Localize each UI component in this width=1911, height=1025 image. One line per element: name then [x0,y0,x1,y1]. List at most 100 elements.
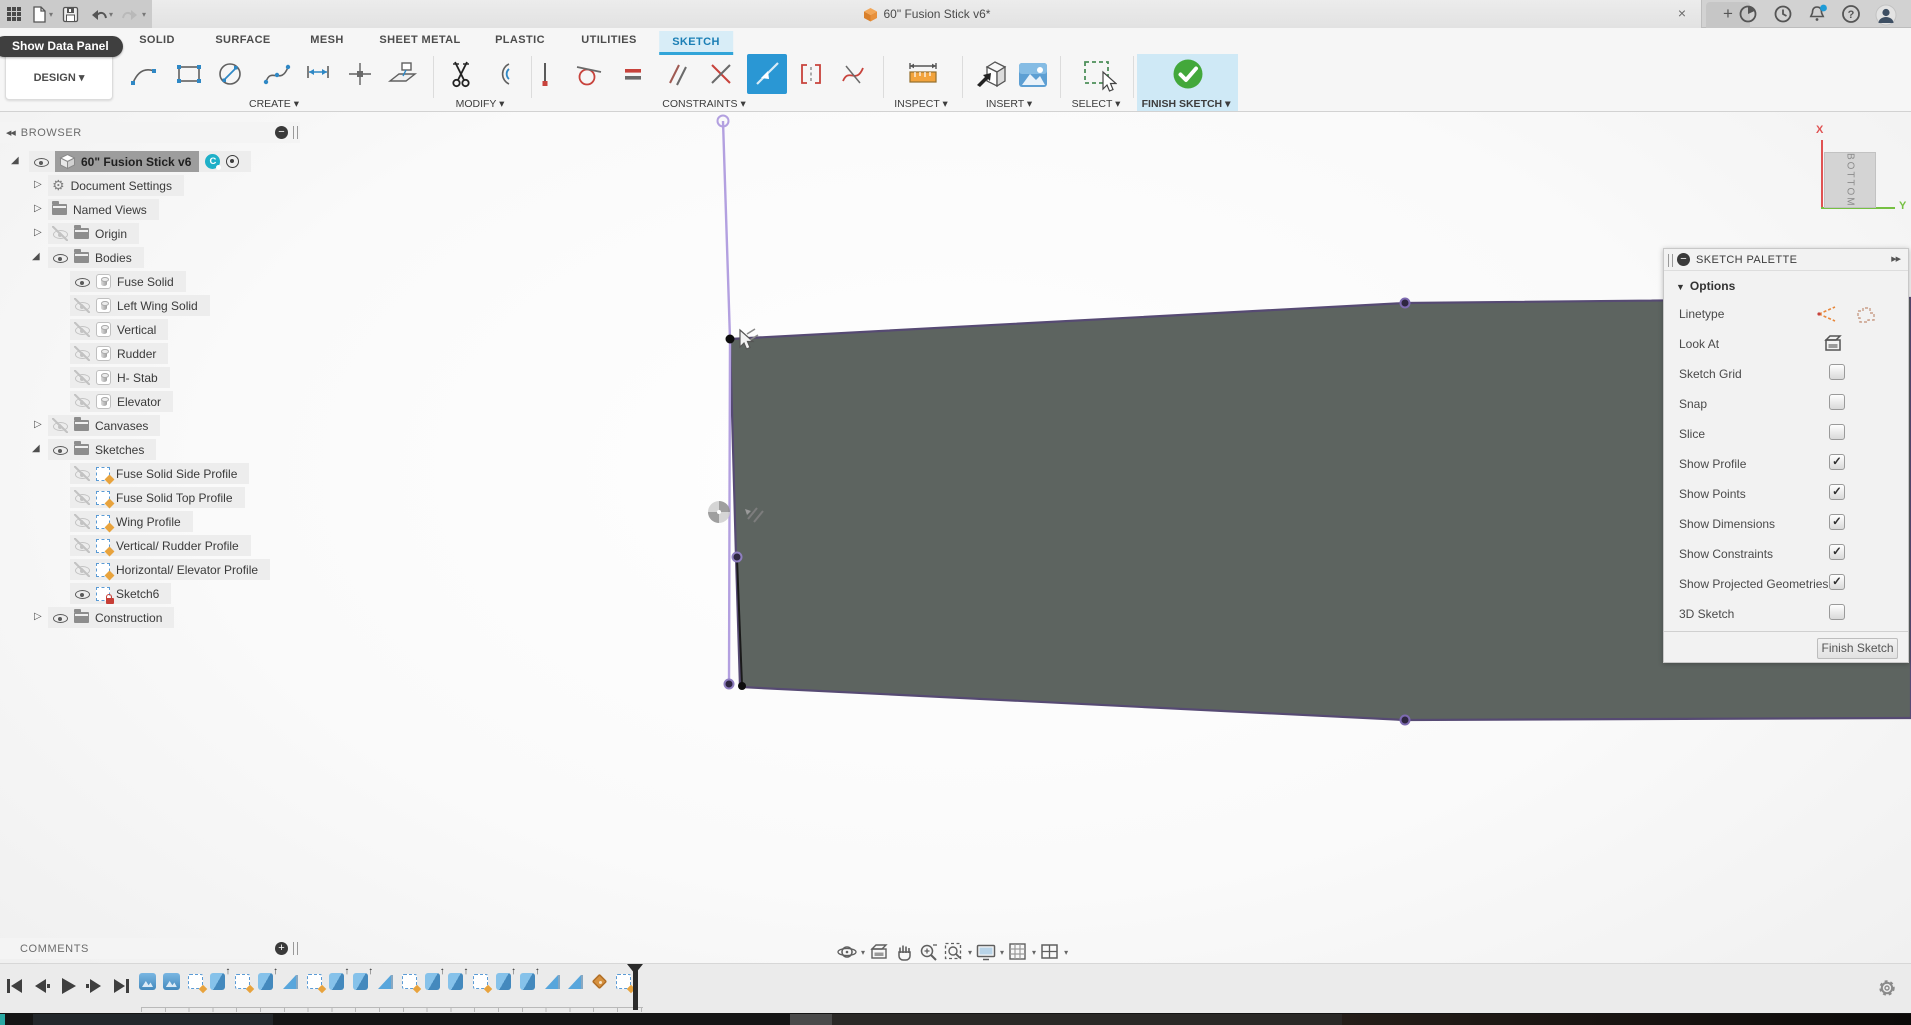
timeline-sketch-icon[interactable] [187,973,204,990]
browser-item-label[interactable]: Horizontal/ Elevator Profile [116,563,258,577]
root-component[interactable]: 60" Fusion Stick v6 [55,151,199,172]
browser-item-label[interactable]: Sketch6 [116,587,159,601]
visibility-off-icon[interactable] [74,322,90,337]
rectangle-icon[interactable] [173,58,205,90]
tab-utilities[interactable]: UTILITIES [581,34,637,46]
avatar[interactable] [1874,3,1896,25]
expand-arrow-icon[interactable] [34,203,42,214]
browser-item-label[interactable]: Sketches [95,443,144,457]
tangent-icon[interactable] [573,58,605,90]
chevron-down-icon[interactable]: ▾ [861,948,865,957]
group-label-select[interactable]: SELECT ▾ [1072,98,1121,110]
equal-icon[interactable] [617,58,649,90]
measure-icon[interactable] [906,58,938,90]
tab-surface[interactable]: SURFACE [215,34,270,46]
browser-row[interactable]: Rudder [70,343,168,364]
browser-row[interactable]: Named Views [48,199,159,220]
browser-item-label[interactable]: Bodies [95,251,132,265]
browser-row[interactable]: Fuse Solid Side Profile [70,463,249,484]
browser-row[interactable]: Bodies [48,247,144,268]
timeline-extrude-icon[interactable] [520,973,537,990]
help-icon[interactable]: ? [1840,3,1862,25]
zoom-icon[interactable] [918,941,940,963]
browser-row[interactable]: Origin [48,223,139,244]
timeline-settings-gear-icon[interactable] [1877,978,1897,1003]
group-label-constraints[interactable]: CONSTRAINTS ▾ [662,98,745,110]
undo-icon[interactable]: ▾ [86,2,115,26]
browser-row[interactable]: Sketches [48,439,156,460]
browser-row[interactable]: Elevator [70,391,173,412]
timeline-sketch-icon[interactable] [615,973,632,990]
midpoint-icon[interactable] [795,58,827,90]
finish-sketch-button[interactable]: Finish Sketch [1817,638,1898,659]
panel-drag-handle[interactable] [293,942,298,955]
browser-item-label[interactable]: Vertical [117,323,156,337]
panel-drag-handle[interactable] [1668,254,1673,267]
browser-item-label[interactable]: Rudder [117,347,156,361]
browser-row[interactable]: Sketch6 [70,583,171,604]
visibility-off-icon[interactable] [74,394,90,409]
browser-row[interactable]: ⚙Document Settings [48,175,184,196]
look-at-icon[interactable] [868,941,890,963]
pan-icon[interactable] [893,941,915,963]
cloud-status-badge[interactable]: C [205,154,220,169]
browser-row[interactable]: Left Wing Solid [70,295,210,316]
viewcube[interactable]: BOTTOM [1824,152,1876,208]
timeline-mirror-icon[interactable] [544,973,561,990]
visibility-on-icon[interactable] [74,274,90,289]
projected-linetype-icon[interactable] [1854,304,1876,329]
browser-row[interactable]: Construction [48,607,174,628]
timeline-mirror-icon[interactable] [282,973,299,990]
browser-item-label[interactable]: Document Settings [71,179,172,193]
document-tab[interactable]: 60" Fusion Stick v6* × [152,0,1702,28]
line-icon[interactable] [128,58,160,90]
timeline-canvas-icon[interactable] [139,973,156,990]
browser-header[interactable]: ◀◀ BROWSER − [0,122,300,143]
sketch-grid-checkbox[interactable] [1829,364,1845,380]
expand-arrow-icon[interactable] [11,155,19,166]
display-settings-icon[interactable] [975,941,997,963]
timeline-combine-icon[interactable] [591,973,608,990]
insert-derive-icon[interactable] [974,58,1006,90]
timeline-extrude-icon[interactable] [210,973,227,990]
timeline-sketch-icon[interactable] [472,973,489,990]
insert-canvas-icon[interactable] [1016,58,1048,90]
browser-row[interactable]: H- Stab [70,367,170,388]
browser-item-label[interactable]: H- Stab [117,371,158,385]
coincident-icon-active[interactable] [751,58,783,90]
browser-row[interactable]: Canvases [48,415,160,436]
timeline-extrude-icon[interactable] [258,973,275,990]
browser-item-label[interactable]: Origin [95,227,127,241]
dimension-icon[interactable] [302,58,334,90]
visibility-on-icon[interactable] [52,610,68,625]
collapse-panel-icon[interactable]: ◀◀ [6,129,15,137]
show-projected-geometries-checkbox[interactable] [1829,574,1845,590]
model-canvas[interactable] [0,112,1911,1013]
extensions-icon[interactable] [1737,3,1759,25]
browser-item-label[interactable]: Left Wing Solid [117,299,198,313]
tab-mesh[interactable]: MESH [310,34,343,46]
visibility-on-icon[interactable] [33,154,49,169]
tab-sheet-metal[interactable]: SHEET METAL [379,34,460,46]
browser-item-label[interactable]: Vertical/ Rudder Profile [116,539,239,553]
curvature-icon[interactable] [837,58,869,90]
visibility-off-icon[interactable] [74,298,90,313]
chevron-down-icon[interactable]: ▾ [1064,948,1068,957]
skip-to-start-icon[interactable] [4,976,24,996]
options-section-header[interactable]: ▼Options [1676,279,1735,293]
browser-item-label[interactable]: Fuse Solid Side Profile [116,467,237,481]
timeline-canvas-icon[interactable] [163,973,180,990]
look-at-icon[interactable] [1822,333,1844,360]
expand-arrow-icon[interactable] [32,443,40,454]
finish-sketch-check-icon[interactable] [1170,56,1202,88]
display-mode-icon[interactable]: − [1677,253,1690,266]
trim-scissors-icon[interactable] [445,58,477,90]
visibility-on-icon[interactable] [52,442,68,457]
3d-sketch-checkbox[interactable] [1829,604,1845,620]
timeline-mirror-icon[interactable] [377,973,394,990]
timeline-mirror-icon[interactable] [567,973,584,990]
visibility-off-icon[interactable] [52,226,68,241]
point-icon[interactable] [344,58,376,90]
tab-solid[interactable]: SOLID [139,34,175,46]
browser-item-label[interactable]: Fuse Solid [117,275,174,289]
